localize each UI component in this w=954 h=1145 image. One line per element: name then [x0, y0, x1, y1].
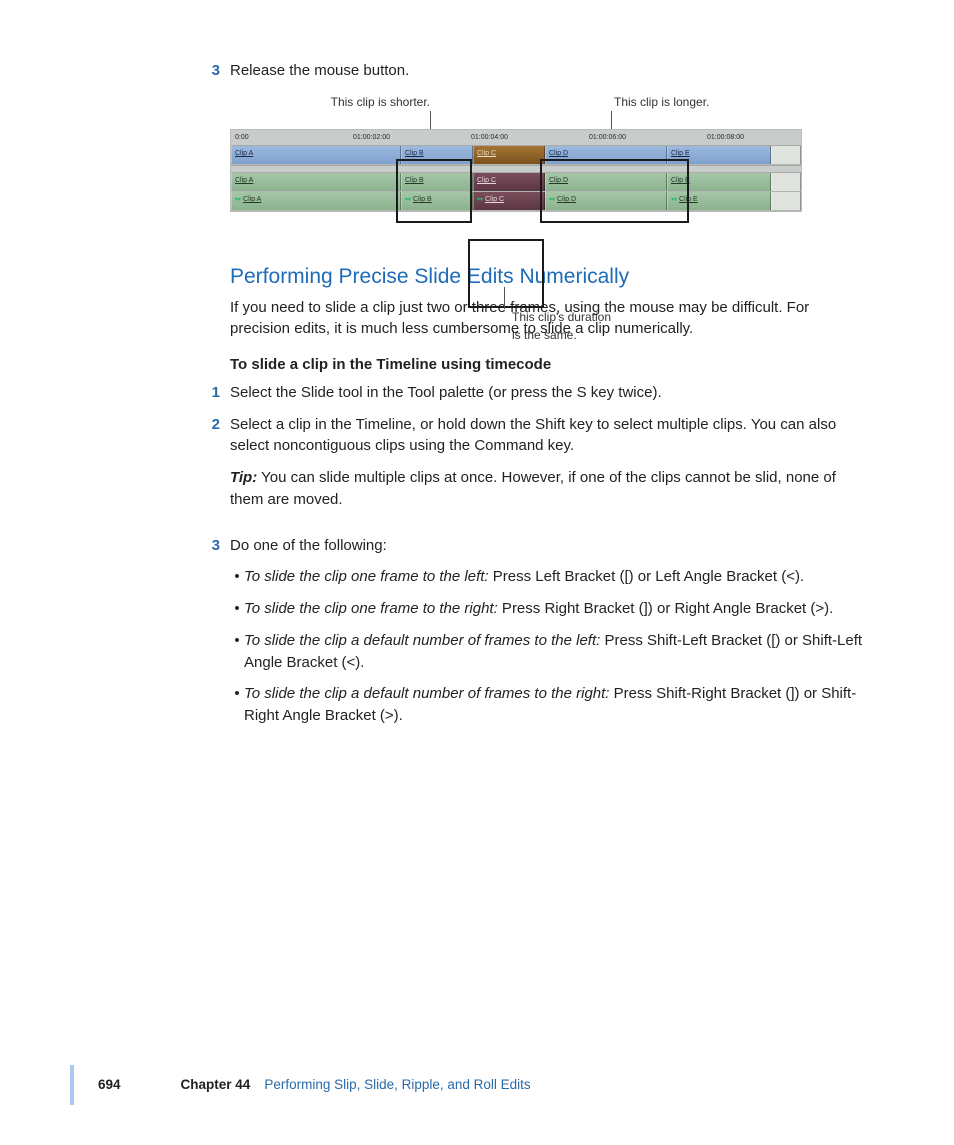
- step-number: 3: [204, 60, 220, 82]
- callout-longer: This clip is longer.: [614, 94, 709, 111]
- clip-c: Clip C: [473, 146, 545, 164]
- page-number: 694: [98, 1075, 121, 1095]
- clip-c: Clip C: [473, 173, 545, 191]
- list-item: • To slide the clip one frame to the rig…: [230, 598, 870, 620]
- clip-a: ▾▾Clip A: [231, 192, 401, 210]
- timeline-top: 0:00 01:00:02:00 01:00:04:00 01:00:06:00…: [230, 129, 802, 212]
- ruler-top: 0:00 01:00:02:00 01:00:04:00 01:00:06:00…: [231, 130, 801, 146]
- clip-d: ▾▾Clip D: [545, 192, 667, 210]
- step-text: Release the mouse button.: [230, 60, 409, 82]
- step-2: 2 Select a clip in the Timeline, or hold…: [230, 414, 870, 525]
- clip-a: Clip A: [231, 173, 401, 191]
- list-item: • To slide the clip a default number of …: [230, 683, 870, 727]
- list-item: • To slide the clip one frame to the lef…: [230, 566, 870, 588]
- tip-text: You can slide multiple clips at once. Ho…: [230, 469, 836, 508]
- audio-track-2: ▾▾Clip A ▾▾Clip B ▾▾Clip C ▾▾Clip D ▾▾Cl…: [231, 192, 801, 211]
- step-number: 2: [204, 414, 220, 525]
- video-track-1: Clip A Clip B Clip C Clip D Clip E: [231, 146, 801, 165]
- step-number: 3: [204, 535, 220, 557]
- step-text: Select the Slide tool in the Tool palett…: [230, 382, 662, 404]
- clip-b: Clip B: [401, 173, 473, 191]
- clip-b: Clip B: [401, 146, 473, 164]
- clip-d: Clip D: [545, 173, 667, 191]
- step-number: 1: [204, 382, 220, 404]
- clip-a: Clip A: [231, 146, 401, 164]
- options-list: • To slide the clip one frame to the lef…: [230, 566, 870, 727]
- list-item: • To slide the clip a default number of …: [230, 630, 870, 674]
- section-heading: Performing Precise Slide Edits Numerical…: [230, 262, 870, 292]
- chapter-label: Chapter 44: [181, 1075, 251, 1095]
- clip-b: ▾▾Clip B: [401, 192, 473, 210]
- step-3-top: 3 Release the mouse button.: [230, 60, 870, 82]
- callout-same-duration: This clip's duration is the same.: [512, 309, 672, 344]
- chapter-title: Performing Slip, Slide, Ripple, and Roll…: [264, 1075, 530, 1095]
- step-3: 3 Do one of the following:: [230, 535, 870, 557]
- page-footer: 694 Chapter 44 Performing Slip, Slide, R…: [70, 1065, 954, 1105]
- clip-d: Clip D: [545, 146, 667, 164]
- step-text: Select a clip in the Timeline, or hold d…: [230, 414, 870, 458]
- tip-paragraph: Tip: You can slide multiple clips at onc…: [230, 467, 870, 511]
- tip-label: Tip:: [230, 469, 257, 486]
- timeline-figure: This clip is shorter. This clip is longe…: [230, 94, 802, 212]
- clip-c: ▾▾Clip C: [473, 192, 545, 210]
- clip-e: Clip E: [667, 173, 771, 191]
- step-text: Do one of the following:: [230, 535, 387, 557]
- clip-e: Clip E: [667, 146, 771, 164]
- procedure-subhead: To slide a clip in the Timeline using ti…: [230, 354, 870, 376]
- clip-e: ▾▾Clip E: [667, 192, 771, 210]
- callout-shorter: This clip is shorter.: [230, 94, 434, 111]
- video-track-2: Clip A Clip B Clip C Clip D Clip E: [231, 173, 801, 192]
- step-1: 1 Select the Slide tool in the Tool pale…: [230, 382, 870, 404]
